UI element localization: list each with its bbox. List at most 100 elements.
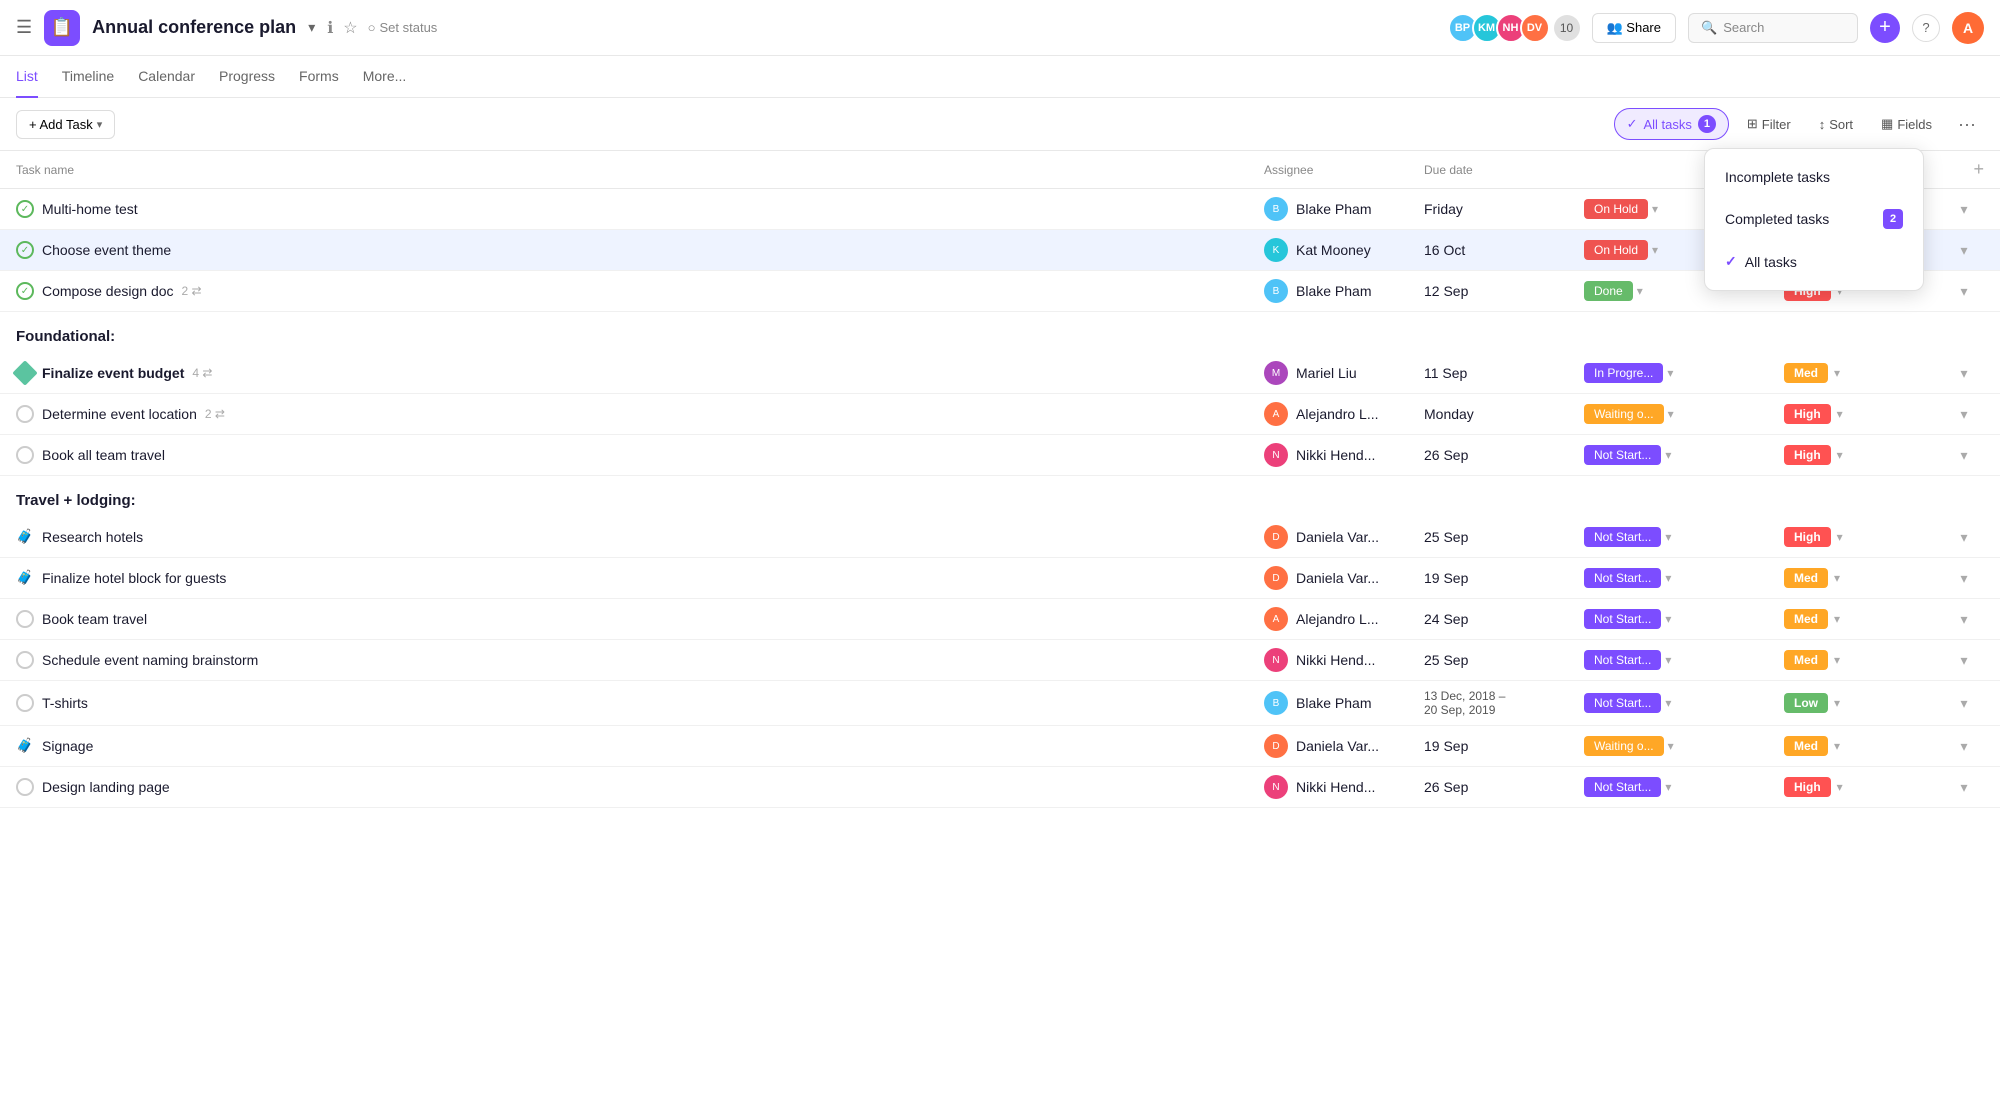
more-options-button[interactable]: ··· [1950,110,1984,139]
dropdown-item-incomplete[interactable]: Incomplete tasks [1705,157,1923,197]
priority-badge: Med [1784,363,1828,383]
hamburger-icon[interactable]: ☰ [16,17,32,38]
task-check[interactable] [16,778,34,796]
set-status-button[interactable]: ○ Set status [368,20,438,35]
add-column-button[interactable]: + [1944,159,1984,180]
status-chevron[interactable]: ▾ [1668,407,1674,421]
star-icon[interactable]: ☆ [343,18,357,38]
status-cell: Waiting o... ▾ [1584,736,1784,756]
task-name-cell: Determine event location 2 ⇄ [16,405,1264,423]
table-row: ✓ Compose design doc 2 ⇄ B Blake Pham 12… [0,271,2000,312]
expand-button[interactable]: ▾ [1944,283,1984,300]
dropdown-item-completed[interactable]: Completed tasks 2 [1705,197,1923,241]
status-badge[interactable]: Done [1584,281,1633,301]
date-cell: 11 Sep [1424,365,1584,381]
share-button[interactable]: 👥 Share [1592,13,1677,43]
dropdown-item-all[interactable]: ✓ All tasks [1705,241,1923,282]
help-button[interactable]: ? [1912,14,1940,42]
priority-chevron[interactable]: ▾ [1834,696,1840,710]
status-chevron[interactable]: ▾ [1652,202,1658,216]
status-badge[interactable]: Waiting o... [1584,736,1664,756]
task-name: Book team travel [42,611,147,627]
status-badge[interactable]: Waiting o... [1584,404,1664,424]
expand-button[interactable]: ▾ [1944,447,1984,464]
task-check[interactable] [16,610,34,628]
status-badge[interactable]: Not Start... [1584,650,1661,670]
priority-chevron[interactable]: ▾ [1837,780,1843,794]
priority-chevron[interactable]: ▾ [1834,653,1840,667]
add-task-button[interactable]: + Add Task ▾ [16,110,115,139]
priority-chevron[interactable]: ▾ [1837,530,1843,544]
tab-calendar[interactable]: Calendar [138,56,195,98]
status-badge[interactable]: Not Start... [1584,568,1661,588]
task-name: Finalize hotel block for guests [42,570,226,586]
priority-chevron[interactable]: ▾ [1834,366,1840,380]
info-icon[interactable]: ℹ [327,18,333,38]
priority-chevron[interactable]: ▾ [1834,612,1840,626]
date-cell: 25 Sep [1424,529,1584,545]
status-chevron[interactable]: ▾ [1665,696,1671,710]
task-name-cell: Finalize event budget 4 ⇄ [16,364,1264,382]
task-check[interactable] [16,405,34,423]
priority-cell: Med ▾ [1784,363,1944,383]
priority-badge: Med [1784,609,1828,629]
search-box[interactable]: 🔍 Search [1688,13,1858,43]
expand-button[interactable]: ▾ [1944,695,1984,712]
tab-forms[interactable]: Forms [299,56,339,98]
status-badge[interactable]: On Hold [1584,240,1648,260]
task-check[interactable]: ✓ [16,200,34,218]
expand-button[interactable]: ▾ [1944,242,1984,259]
status-chevron[interactable]: ▾ [1668,739,1674,753]
tab-more[interactable]: More... [363,56,407,98]
priority-chevron[interactable]: ▾ [1837,407,1843,421]
expand-button[interactable]: ▾ [1944,201,1984,218]
status-badge[interactable]: Not Start... [1584,777,1661,797]
check-circle-icon: ✓ [1627,116,1638,132]
date-cell: 26 Sep [1424,779,1584,795]
tab-timeline[interactable]: Timeline [62,56,114,98]
status-badge[interactable]: Not Start... [1584,693,1661,713]
tab-progress[interactable]: Progress [219,56,275,98]
status-badge[interactable]: Not Start... [1584,527,1661,547]
filter-button[interactable]: ⊞ Filter [1737,110,1801,138]
status-badge[interactable]: On Hold [1584,199,1648,219]
status-chevron[interactable]: ▾ [1665,653,1671,667]
status-badge[interactable]: Not Start... [1584,609,1661,629]
assignee-name: Nikki Hend... [1296,652,1375,668]
task-name-cell: Book team travel [16,610,1264,628]
status-chevron[interactable]: ▾ [1665,448,1671,462]
status-chevron[interactable]: ▾ [1665,571,1671,585]
status-badge[interactable]: In Progre... [1584,363,1663,383]
expand-button[interactable]: ▾ [1944,529,1984,546]
priority-chevron[interactable]: ▾ [1837,448,1843,462]
task-check[interactable] [16,694,34,712]
tab-list[interactable]: List [16,56,38,98]
task-check[interactable] [16,651,34,669]
task-check[interactable] [16,446,34,464]
status-chevron[interactable]: ▾ [1665,612,1671,626]
priority-chevron[interactable]: ▾ [1834,739,1840,753]
all-tasks-filter-button[interactable]: ✓ All tasks 1 [1614,108,1729,140]
expand-button[interactable]: ▾ [1944,570,1984,587]
sort-button[interactable]: ↕ Sort [1809,111,1863,138]
status-chevron[interactable]: ▾ [1665,530,1671,544]
expand-button[interactable]: ▾ [1944,738,1984,755]
expand-button[interactable]: ▾ [1944,365,1984,382]
expand-button[interactable]: ▾ [1944,652,1984,669]
task-check[interactable]: ✓ [16,282,34,300]
add-button[interactable]: + [1870,13,1900,43]
task-check[interactable]: ✓ [16,241,34,259]
expand-button[interactable]: ▾ [1944,611,1984,628]
priority-chevron[interactable]: ▾ [1834,571,1840,585]
status-chevron[interactable]: ▾ [1665,780,1671,794]
expand-button[interactable]: ▾ [1944,779,1984,796]
title-dropdown-icon[interactable]: ▾ [308,19,315,36]
status-badge[interactable]: Not Start... [1584,445,1661,465]
user-avatar[interactable]: A [1952,12,1984,44]
status-chevron[interactable]: ▾ [1652,243,1658,257]
table-row: Book team travel A Alejandro L... 24 Sep… [0,599,2000,640]
expand-button[interactable]: ▾ [1944,406,1984,423]
status-chevron[interactable]: ▾ [1637,284,1643,298]
fields-button[interactable]: ▦ Fields [1871,110,1942,138]
status-chevron[interactable]: ▾ [1667,366,1673,380]
